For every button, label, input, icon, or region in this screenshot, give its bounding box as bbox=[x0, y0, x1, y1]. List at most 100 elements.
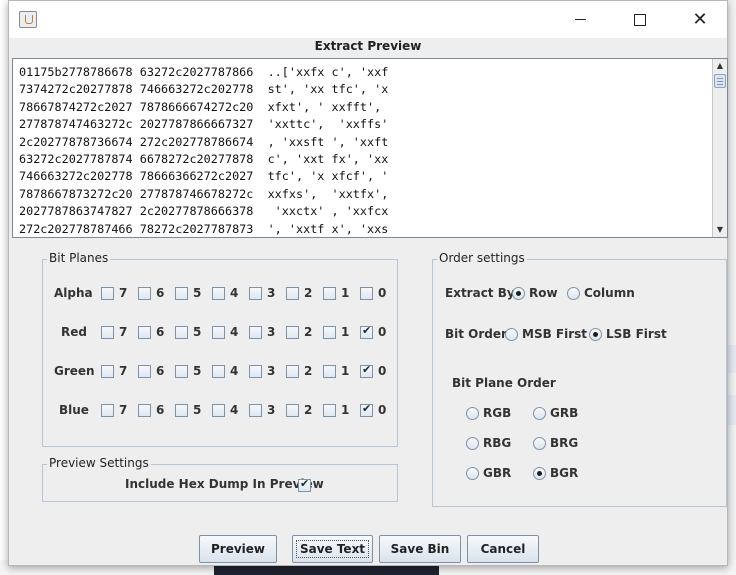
checkbox-blue-bit-1[interactable] bbox=[323, 404, 336, 417]
bit-label: 0 bbox=[378, 364, 387, 378]
checkbox-red-bit-3[interactable] bbox=[249, 326, 262, 339]
maximize-button[interactable] bbox=[617, 1, 663, 38]
checkbox-green-bit-2[interactable] bbox=[286, 365, 299, 378]
java-app-icon bbox=[19, 11, 37, 28]
plane-order-rgb-label: RGB bbox=[483, 406, 512, 420]
bit-order-lsb-label: LSB First bbox=[606, 327, 667, 341]
order-settings-title: Order settings bbox=[437, 251, 527, 265]
bit-label: 1 bbox=[341, 364, 350, 378]
checkbox-alpha-bit-6[interactable] bbox=[138, 287, 151, 300]
scroll-up-arrow-icon[interactable]: ▲ bbox=[715, 61, 725, 71]
save-bin-button[interactable]: Save Bin bbox=[379, 535, 461, 563]
checkbox-alpha-bit-4[interactable] bbox=[212, 287, 225, 300]
checkbox-blue-bit-7[interactable] bbox=[101, 404, 114, 417]
hex-dump-checkbox[interactable] bbox=[298, 477, 311, 492]
checkbox-alpha-bit-7[interactable] bbox=[101, 287, 114, 300]
bit-label: 5 bbox=[193, 364, 202, 378]
checkbox-red-bit-1[interactable] bbox=[323, 326, 336, 339]
close-button[interactable]: ✕ bbox=[677, 1, 723, 38]
checkbox-green-bit-3[interactable] bbox=[249, 365, 262, 378]
bit-label: 4 bbox=[230, 286, 239, 300]
bit-row-label-green: Green bbox=[54, 364, 95, 378]
bit-label: 2 bbox=[304, 325, 313, 339]
checkbox-red-bit-5[interactable] bbox=[175, 326, 188, 339]
scroll-down-arrow-icon[interactable]: ▼ bbox=[715, 225, 725, 235]
extract-by-row-radio[interactable] bbox=[512, 287, 525, 300]
checkbox-alpha-bit-1[interactable] bbox=[323, 287, 336, 300]
bit-label: 0 bbox=[378, 325, 387, 339]
extract-by-row-label: Row bbox=[529, 286, 558, 300]
cancel-button[interactable]: Cancel bbox=[467, 535, 539, 563]
bit-label: 5 bbox=[193, 325, 202, 339]
bit-order-msb-radio[interactable] bbox=[505, 328, 518, 341]
plane-order-gbr-radio[interactable] bbox=[466, 467, 479, 480]
bit-planes-title: Bit Planes bbox=[47, 251, 111, 265]
checkbox-blue-bit-0[interactable] bbox=[360, 402, 373, 417]
bit-label: 4 bbox=[230, 325, 239, 339]
checkbox-blue-bit-3[interactable] bbox=[249, 404, 262, 417]
plane-order-brg-label: BRG bbox=[550, 436, 579, 450]
checkbox-green-bit-4[interactable] bbox=[212, 365, 225, 378]
bit-label: 7 bbox=[119, 364, 128, 378]
bit-label: 3 bbox=[267, 325, 276, 339]
plane-order-brg-radio[interactable] bbox=[533, 437, 546, 450]
close-icon: ✕ bbox=[692, 9, 708, 30]
plane-order-gbr-label: GBR bbox=[483, 466, 512, 480]
plane-order-rbg-label: RBG bbox=[483, 436, 512, 450]
plane-order-grb-radio[interactable] bbox=[533, 407, 546, 420]
bit-label: 6 bbox=[156, 325, 165, 339]
plane-order-rbg-radio[interactable] bbox=[466, 437, 479, 450]
checkbox-alpha-bit-2[interactable] bbox=[286, 287, 299, 300]
bit-label: 3 bbox=[267, 364, 276, 378]
bit-label: 2 bbox=[304, 403, 313, 417]
checkbox-red-bit-6[interactable] bbox=[138, 326, 151, 339]
checkbox-blue-bit-4[interactable] bbox=[212, 404, 225, 417]
bit-order-lsb-radio[interactable] bbox=[589, 328, 602, 341]
vertical-scrollbar[interactable]: ▲ ▼ bbox=[712, 59, 727, 237]
bit-row-label-alpha: Alpha bbox=[54, 286, 93, 300]
checkbox-green-bit-7[interactable] bbox=[101, 365, 114, 378]
save-text-button-label: Save Text bbox=[295, 540, 370, 558]
bit-label: 1 bbox=[341, 403, 350, 417]
extract-preview-window: ✕ Extract Preview 01175b2778786678 63272… bbox=[8, 0, 728, 566]
checkbox-green-bit-0[interactable] bbox=[360, 363, 373, 378]
minimize-icon bbox=[574, 19, 586, 20]
preview-text-area[interactable]: 01175b2778786678 63272c2027787866 ..['xx… bbox=[12, 58, 728, 238]
save-bin-button-label: Save Bin bbox=[390, 542, 450, 556]
bit-label: 4 bbox=[230, 364, 239, 378]
bit-plane-order-label: Bit Plane Order bbox=[452, 376, 556, 390]
checkbox-blue-bit-5[interactable] bbox=[175, 404, 188, 417]
bit-row-label-blue: Blue bbox=[59, 403, 89, 417]
save-text-button[interactable]: Save Text bbox=[292, 535, 373, 563]
extract-by-column-radio[interactable] bbox=[567, 287, 580, 300]
plane-order-rgb-radio[interactable] bbox=[466, 407, 479, 420]
scrollbar-thumb[interactable] bbox=[714, 74, 726, 88]
checkbox-green-bit-6[interactable] bbox=[138, 365, 151, 378]
checkbox-red-bit-2[interactable] bbox=[286, 326, 299, 339]
bit-label: 2 bbox=[304, 364, 313, 378]
checkbox-green-bit-5[interactable] bbox=[175, 365, 188, 378]
checkbox-alpha-bit-5[interactable] bbox=[175, 287, 188, 300]
checkbox-red-bit-4[interactable] bbox=[212, 326, 225, 339]
checkbox-blue-bit-6[interactable] bbox=[138, 404, 151, 417]
bit-label: 5 bbox=[193, 403, 202, 417]
bit-order-msb-label: MSB First bbox=[522, 327, 588, 341]
plane-order-bgr-radio[interactable] bbox=[533, 467, 546, 480]
checkbox-alpha-bit-3[interactable] bbox=[249, 287, 262, 300]
preview-button[interactable]: Preview bbox=[199, 535, 277, 563]
hex-dump-label: Include Hex Dump In Preview bbox=[125, 477, 324, 491]
checkbox-blue-bit-2[interactable] bbox=[286, 404, 299, 417]
checkbox-red-bit-7[interactable] bbox=[101, 326, 114, 339]
bit-label: 3 bbox=[267, 403, 276, 417]
desktop-dark-panel bbox=[214, 566, 439, 575]
minimize-button[interactable] bbox=[557, 1, 603, 38]
checkbox-red-bit-0[interactable] bbox=[360, 324, 373, 339]
checkbox-alpha-bit-0[interactable] bbox=[360, 287, 373, 300]
preview-button-label: Preview bbox=[210, 542, 265, 556]
bit-label: 7 bbox=[119, 403, 128, 417]
bit-label: 0 bbox=[378, 286, 387, 300]
bit-label: 7 bbox=[119, 286, 128, 300]
bit-label: 6 bbox=[156, 286, 165, 300]
preview-settings-title: Preview Settings bbox=[47, 456, 151, 470]
checkbox-green-bit-1[interactable] bbox=[323, 365, 336, 378]
